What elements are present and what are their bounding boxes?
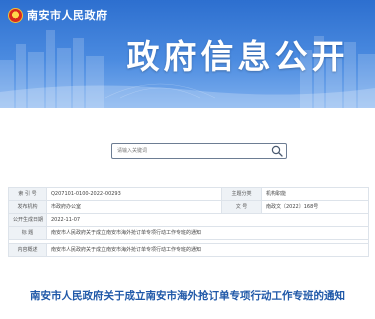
summary-label: 内容概述 [8, 243, 47, 257]
info-row-date: 公开生成日期 2022-11-07 [8, 213, 369, 227]
document-info-table: 索 引 号 Q207101-0100-2022-00293 主题分类 机构职能 … [8, 187, 369, 257]
search-box [111, 143, 287, 159]
index-value: Q207101-0100-2022-00293 [46, 187, 222, 201]
publisher-label: 发布机构 [8, 200, 47, 214]
site-name: 南安市人民政府 [27, 9, 108, 22]
article-title: 南安市人民政府关于成立南安市海外抢订单专项行动工作专班的通知 [30, 290, 345, 302]
info-row-title: 标 题 南安市人民政府关于成立南安市海外抢订单专项行动工作专班的通知 [8, 226, 369, 240]
title-label: 标 题 [8, 226, 47, 240]
title-value: 南安市人民政府关于成立南安市海外抢订单专项行动工作专班的通知 [46, 226, 369, 240]
search-icon [271, 145, 283, 157]
search-button[interactable] [268, 144, 286, 158]
national-emblem-icon [8, 7, 23, 23]
docno-value: 南政文〔2022〕168号 [261, 200, 369, 214]
docno-label: 文 号 [221, 200, 262, 214]
date-value: 2022-11-07 [46, 213, 369, 227]
category-label: 主题分类 [221, 187, 262, 201]
publisher-value: 市政府办公室 [46, 200, 222, 214]
category-value: 机构职能 [261, 187, 369, 201]
date-label: 公开生成日期 [8, 213, 47, 227]
info-row-summary: 内容概述 南安市人民政府关于成立南安市海外抢订单专项行动工作专班的通知 [8, 243, 369, 257]
summary-value: 南安市人民政府关于成立南安市海外抢订单专项行动工作专班的通知 [46, 243, 369, 257]
search-input[interactable] [112, 144, 268, 158]
index-label: 索 引 号 [8, 187, 47, 201]
info-row-index: 索 引 号 Q207101-0100-2022-00293 主题分类 机构职能 [8, 187, 369, 201]
info-row-publisher: 发布机构 市政府办公室 文 号 南政文〔2022〕168号 [8, 200, 369, 214]
banner-title: 政府信息公开 [126, 37, 349, 76]
site-logo[interactable]: 南安市人民政府 [8, 6, 108, 24]
header-banner: 南安市人民政府 政府信息公开 [0, 0, 375, 108]
